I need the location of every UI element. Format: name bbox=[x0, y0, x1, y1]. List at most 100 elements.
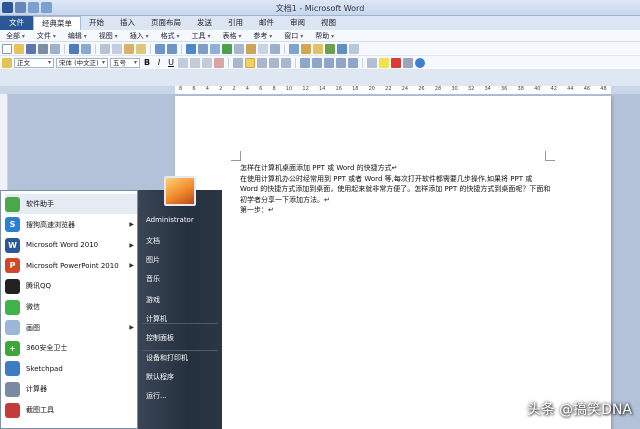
bold-button[interactable]: B bbox=[142, 58, 152, 68]
font-size-select[interactable]: 五号 bbox=[110, 57, 140, 68]
start-menu-place[interactable]: 默认程序 bbox=[146, 372, 174, 382]
show-hide-icon[interactable] bbox=[258, 43, 268, 54]
smartart-icon[interactable] bbox=[325, 43, 335, 54]
borders-icon[interactable] bbox=[367, 57, 377, 68]
font-select[interactable]: 宋体 (中文正) bbox=[56, 57, 108, 68]
menu-references[interactable]: 参考 bbox=[247, 30, 278, 41]
chart-icon[interactable] bbox=[337, 43, 347, 54]
spelling-icon[interactable] bbox=[69, 43, 79, 54]
start-menu-place[interactable]: 控制面板 bbox=[146, 333, 174, 343]
start-menu-item-label: 搜狗高速浏览器 bbox=[26, 220, 75, 229]
align-right-icon[interactable] bbox=[257, 57, 267, 68]
tab-insert[interactable]: 插入 bbox=[112, 16, 143, 30]
highlight-icon[interactable] bbox=[379, 57, 389, 68]
start-menu-item[interactable]: S 搜狗高速浏览器 ▶ bbox=[5, 215, 137, 235]
picture-icon[interactable] bbox=[301, 43, 311, 54]
undo-icon[interactable] bbox=[155, 43, 165, 54]
start-menu-place[interactable]: 图片 bbox=[146, 255, 160, 265]
distributed-icon[interactable] bbox=[281, 57, 291, 68]
clipart-icon[interactable] bbox=[313, 43, 323, 54]
user-avatar[interactable] bbox=[164, 176, 196, 206]
subscript-icon[interactable] bbox=[190, 57, 200, 68]
strikethrough-icon[interactable] bbox=[178, 57, 188, 68]
italic-button[interactable]: I bbox=[154, 58, 164, 68]
horizontal-ruler[interactable]: 8 6 4 2 2 4 6 8 10 12 14 16 18 20 22 24 26 28 30 32 34 36 38 40… bbox=[175, 86, 611, 94]
line-spacing-icon[interactable] bbox=[300, 57, 310, 68]
start-menu-place[interactable]: 文档 bbox=[146, 236, 160, 246]
start-menu-item[interactable]: 计算器 bbox=[5, 379, 137, 399]
zoom-icon[interactable] bbox=[270, 43, 280, 54]
bullets-icon[interactable] bbox=[324, 57, 334, 68]
print-preview-icon[interactable] bbox=[50, 43, 60, 54]
menu-window[interactable]: 窗口 bbox=[278, 30, 309, 41]
excel-table-icon[interactable] bbox=[222, 43, 232, 54]
start-menu-place[interactable]: 音乐 bbox=[146, 274, 160, 284]
start-menu-item[interactable]: 画图 ▶ bbox=[5, 318, 137, 338]
menu-all[interactable]: 全部 bbox=[0, 30, 31, 41]
align-center-icon[interactable] bbox=[245, 57, 255, 68]
decrease-indent-icon[interactable] bbox=[336, 57, 346, 68]
menu-view[interactable]: 视图 bbox=[93, 30, 124, 41]
start-menu-item[interactable]: 截图工具 bbox=[5, 400, 137, 420]
table-icon[interactable] bbox=[198, 43, 208, 54]
copy-icon[interactable] bbox=[112, 43, 122, 54]
character-shading-icon[interactable] bbox=[403, 57, 413, 68]
menu-tools[interactable]: 工具 bbox=[186, 30, 217, 41]
tab-references[interactable]: 引用 bbox=[220, 16, 251, 30]
menu-format[interactable]: 格式 bbox=[155, 30, 186, 41]
font-color-icon[interactable] bbox=[391, 57, 401, 68]
menu-help[interactable]: 帮助 bbox=[309, 30, 340, 41]
start-menu-item[interactable]: 腾讯QQ bbox=[5, 276, 137, 296]
numbering-icon[interactable] bbox=[312, 57, 322, 68]
clear-format-icon[interactable] bbox=[214, 57, 224, 68]
increase-indent-icon[interactable] bbox=[348, 57, 358, 68]
start-menu-item[interactable]: +360安全卫士 bbox=[5, 338, 137, 358]
user-name[interactable]: Administrator bbox=[146, 216, 194, 224]
format-painter-icon[interactable] bbox=[136, 43, 146, 54]
open-icon[interactable] bbox=[14, 43, 24, 54]
align-left-icon[interactable] bbox=[233, 57, 243, 68]
help-icon[interactable] bbox=[415, 57, 425, 68]
start-menu-item[interactable]: 软件助手 bbox=[5, 194, 137, 214]
columns-icon[interactable] bbox=[234, 43, 244, 54]
start-menu-item[interactable]: P Microsoft PowerPoint 2010 ▶ bbox=[5, 256, 137, 276]
document-page[interactable]: 怎样在计算机桌面添加 PPT 或 Word 的快捷方式↵ 在使用计算机办公时经常… bbox=[175, 96, 611, 429]
wechat-icon bbox=[5, 299, 20, 315]
tab-review[interactable]: 审阅 bbox=[282, 16, 313, 30]
tab-mailings[interactable]: 邮件 bbox=[251, 16, 282, 30]
cut-icon[interactable] bbox=[100, 43, 110, 54]
tab-classic-menu[interactable]: 经典菜单 bbox=[33, 16, 81, 30]
start-menu-item[interactable]: W Microsoft Word 2010 ▶ bbox=[5, 235, 137, 255]
style-select[interactable]: 正文 bbox=[14, 57, 54, 68]
start-menu-item[interactable]: Sketchpad bbox=[5, 359, 137, 379]
styles-icon[interactable] bbox=[2, 57, 12, 68]
tab-view[interactable]: 视图 bbox=[313, 16, 344, 30]
underline-button[interactable]: U bbox=[166, 58, 176, 68]
start-menu-item[interactable]: 微信 bbox=[5, 297, 137, 317]
tab-home[interactable]: 开始 bbox=[81, 16, 112, 30]
redo-icon[interactable] bbox=[167, 43, 177, 54]
menu-insert[interactable]: 插入 bbox=[124, 30, 155, 41]
justify-icon[interactable] bbox=[269, 57, 279, 68]
print-icon[interactable] bbox=[38, 43, 48, 54]
start-menu-place[interactable]: 运行... bbox=[146, 391, 167, 401]
menu-edit[interactable]: 编辑 bbox=[62, 30, 93, 41]
paste-icon[interactable] bbox=[124, 43, 134, 54]
start-menu-place[interactable]: 游戏 bbox=[146, 295, 160, 305]
drawing-icon[interactable] bbox=[246, 43, 256, 54]
new-document-icon[interactable] bbox=[2, 43, 12, 54]
tab-page-layout[interactable]: 页面布局 bbox=[143, 16, 189, 30]
start-menu-place[interactable]: 设备和打印机 bbox=[146, 353, 188, 363]
research-icon[interactable] bbox=[81, 43, 91, 54]
insert-table-icon[interactable] bbox=[210, 43, 220, 54]
tab-send[interactable]: 发送 bbox=[189, 16, 220, 30]
superscript-icon[interactable] bbox=[202, 57, 212, 68]
document-body[interactable]: 怎样在计算机桌面添加 PPT 或 Word 的快捷方式↵ 在使用计算机办公时经常… bbox=[240, 163, 552, 216]
menu-table[interactable]: 表格 bbox=[216, 30, 247, 41]
menu-file[interactable]: 文件 bbox=[31, 30, 62, 41]
hyperlink-icon[interactable] bbox=[186, 43, 196, 54]
textbox-icon[interactable] bbox=[349, 43, 359, 54]
save-icon[interactable] bbox=[26, 43, 36, 54]
shapes-icon[interactable] bbox=[289, 43, 299, 54]
tab-file[interactable]: 文件 bbox=[0, 16, 33, 30]
